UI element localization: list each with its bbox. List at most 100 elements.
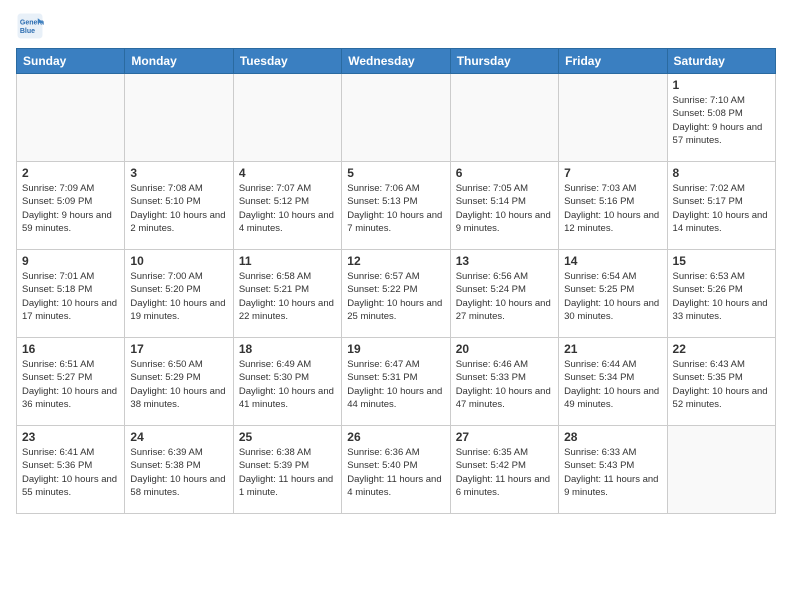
day-number: 3 <box>130 166 227 180</box>
day-info: Sunrise: 7:01 AM Sunset: 5:18 PM Dayligh… <box>22 270 119 323</box>
week-row-1: 2 Sunrise: 7:09 AM Sunset: 5:09 PM Daylig… <box>17 162 776 250</box>
day-cell: 16 Sunrise: 6:51 AM Sunset: 5:27 PM Dayli… <box>17 338 125 426</box>
day-cell <box>342 74 450 162</box>
header: General Blue <box>16 12 776 40</box>
day-number: 23 <box>22 430 119 444</box>
day-info: Sunrise: 6:56 AM Sunset: 5:24 PM Dayligh… <box>456 270 553 323</box>
day-cell: 15 Sunrise: 6:53 AM Sunset: 5:26 PM Dayli… <box>667 250 775 338</box>
day-cell: 1 Sunrise: 7:10 AM Sunset: 5:08 PM Daylig… <box>667 74 775 162</box>
day-cell <box>450 74 558 162</box>
day-cell <box>233 74 341 162</box>
day-number: 20 <box>456 342 553 356</box>
day-info: Sunrise: 7:05 AM Sunset: 5:14 PM Dayligh… <box>456 182 553 235</box>
week-row-4: 23Sunrise: 6:41 AM Sunset: 5:36 PM Dayli… <box>17 426 776 514</box>
logo: General Blue <box>16 12 48 40</box>
day-info: Sunrise: 6:57 AM Sunset: 5:22 PM Dayligh… <box>347 270 444 323</box>
day-cell: 24 Sunrise: 6:39 AM Sunset: 5:38 PM Dayli… <box>125 426 233 514</box>
day-number: 11 <box>239 254 336 268</box>
day-number: 4 <box>239 166 336 180</box>
day-number: 12 <box>347 254 444 268</box>
day-number: 17 <box>130 342 227 356</box>
day-cell: 9 Sunrise: 7:01 AM Sunset: 5:18 PM Daylig… <box>17 250 125 338</box>
day-info: Sunrise: 6:36 AM Sunset: 5:40 PM Dayligh… <box>347 446 444 499</box>
day-info: Sunrise: 7:03 AM Sunset: 5:16 PM Dayligh… <box>564 182 661 235</box>
day-number: 1 <box>673 78 770 92</box>
day-info: Sunrise: 7:09 AM Sunset: 5:09 PM Dayligh… <box>22 182 119 235</box>
day-info: Sunrise: 6:54 AM Sunset: 5:25 PM Dayligh… <box>564 270 661 323</box>
day-cell: 19 Sunrise: 6:47 AM Sunset: 5:31 PM Dayli… <box>342 338 450 426</box>
weekday-header-sunday: Sunday <box>17 49 125 74</box>
day-number: 26 <box>347 430 444 444</box>
day-cell: 2 Sunrise: 7:09 AM Sunset: 5:09 PM Daylig… <box>17 162 125 250</box>
day-cell: 4 Sunrise: 7:07 AM Sunset: 5:12 PM Daylig… <box>233 162 341 250</box>
day-info: Sunrise: 6:43 AM Sunset: 5:35 PM Dayligh… <box>673 358 770 411</box>
day-cell: 28Sunrise: 6:33 AM Sunset: 5:43 PM Dayli… <box>559 426 667 514</box>
day-info: Sunrise: 6:50 AM Sunset: 5:29 PM Dayligh… <box>130 358 227 411</box>
day-info: Sunrise: 6:47 AM Sunset: 5:31 PM Dayligh… <box>347 358 444 411</box>
day-number: 10 <box>130 254 227 268</box>
day-number: 22 <box>673 342 770 356</box>
day-cell: 12 Sunrise: 6:57 AM Sunset: 5:22 PM Dayli… <box>342 250 450 338</box>
calendar-header: SundayMondayTuesdayWednesdayThursdayFrid… <box>17 49 776 74</box>
day-cell: 6 Sunrise: 7:05 AM Sunset: 5:14 PM Daylig… <box>450 162 558 250</box>
day-info: Sunrise: 6:35 AM Sunset: 5:42 PM Dayligh… <box>456 446 553 499</box>
day-number: 24 <box>130 430 227 444</box>
day-info: Sunrise: 6:51 AM Sunset: 5:27 PM Dayligh… <box>22 358 119 411</box>
day-number: 8 <box>673 166 770 180</box>
page: General Blue SundayMondayTuesdayWednesda… <box>0 0 792 530</box>
day-info: Sunrise: 7:07 AM Sunset: 5:12 PM Dayligh… <box>239 182 336 235</box>
weekday-header-wednesday: Wednesday <box>342 49 450 74</box>
day-cell: 20Sunrise: 6:46 AM Sunset: 5:33 PM Dayli… <box>450 338 558 426</box>
svg-text:Blue: Blue <box>20 28 35 35</box>
day-info: Sunrise: 7:10 AM Sunset: 5:08 PM Dayligh… <box>673 94 770 147</box>
day-number: 18 <box>239 342 336 356</box>
day-cell: 18 Sunrise: 6:49 AM Sunset: 5:30 PM Dayli… <box>233 338 341 426</box>
day-info: Sunrise: 6:44 AM Sunset: 5:34 PM Dayligh… <box>564 358 661 411</box>
logo-icon: General Blue <box>16 12 44 40</box>
day-cell: 27 Sunrise: 6:35 AM Sunset: 5:42 PM Dayli… <box>450 426 558 514</box>
calendar: SundayMondayTuesdayWednesdayThursdayFrid… <box>16 48 776 514</box>
day-cell <box>559 74 667 162</box>
day-number: 25 <box>239 430 336 444</box>
day-info: Sunrise: 6:38 AM Sunset: 5:39 PM Dayligh… <box>239 446 336 499</box>
day-cell: 22 Sunrise: 6:43 AM Sunset: 5:35 PM Dayli… <box>667 338 775 426</box>
day-cell: 14 Sunrise: 6:54 AM Sunset: 5:25 PM Dayli… <box>559 250 667 338</box>
day-cell: 26 Sunrise: 6:36 AM Sunset: 5:40 PM Dayli… <box>342 426 450 514</box>
day-number: 16 <box>22 342 119 356</box>
weekday-header-saturday: Saturday <box>667 49 775 74</box>
day-number: 15 <box>673 254 770 268</box>
week-row-3: 16 Sunrise: 6:51 AM Sunset: 5:27 PM Dayli… <box>17 338 776 426</box>
weekday-header-thursday: Thursday <box>450 49 558 74</box>
day-cell: 8 Sunrise: 7:02 AM Sunset: 5:17 PM Daylig… <box>667 162 775 250</box>
day-number: 27 <box>456 430 553 444</box>
day-cell: 17 Sunrise: 6:50 AM Sunset: 5:29 PM Dayli… <box>125 338 233 426</box>
day-info: Sunrise: 7:02 AM Sunset: 5:17 PM Dayligh… <box>673 182 770 235</box>
day-cell: 3 Sunrise: 7:08 AM Sunset: 5:10 PM Daylig… <box>125 162 233 250</box>
day-info: Sunrise: 7:00 AM Sunset: 5:20 PM Dayligh… <box>130 270 227 323</box>
day-info: Sunrise: 6:49 AM Sunset: 5:30 PM Dayligh… <box>239 358 336 411</box>
calendar-body: 1 Sunrise: 7:10 AM Sunset: 5:08 PM Daylig… <box>17 74 776 514</box>
day-number: 21 <box>564 342 661 356</box>
day-number: 9 <box>22 254 119 268</box>
day-cell: 23Sunrise: 6:41 AM Sunset: 5:36 PM Dayli… <box>17 426 125 514</box>
weekday-row: SundayMondayTuesdayWednesdayThursdayFrid… <box>17 49 776 74</box>
day-cell: 5Sunrise: 7:06 AM Sunset: 5:13 PM Daylig… <box>342 162 450 250</box>
week-row-0: 1 Sunrise: 7:10 AM Sunset: 5:08 PM Daylig… <box>17 74 776 162</box>
day-info: Sunrise: 6:39 AM Sunset: 5:38 PM Dayligh… <box>130 446 227 499</box>
day-number: 19 <box>347 342 444 356</box>
day-info: Sunrise: 7:08 AM Sunset: 5:10 PM Dayligh… <box>130 182 227 235</box>
day-cell <box>667 426 775 514</box>
day-number: 2 <box>22 166 119 180</box>
day-cell: 7Sunrise: 7:03 AM Sunset: 5:16 PM Daylig… <box>559 162 667 250</box>
day-cell <box>17 74 125 162</box>
day-cell: 25 Sunrise: 6:38 AM Sunset: 5:39 PM Dayli… <box>233 426 341 514</box>
day-number: 6 <box>456 166 553 180</box>
day-number: 14 <box>564 254 661 268</box>
day-info: Sunrise: 6:53 AM Sunset: 5:26 PM Dayligh… <box>673 270 770 323</box>
day-number: 13 <box>456 254 553 268</box>
day-cell: 10 Sunrise: 7:00 AM Sunset: 5:20 PM Dayli… <box>125 250 233 338</box>
weekday-header-monday: Monday <box>125 49 233 74</box>
day-info: Sunrise: 6:58 AM Sunset: 5:21 PM Dayligh… <box>239 270 336 323</box>
day-cell <box>125 74 233 162</box>
weekday-header-tuesday: Tuesday <box>233 49 341 74</box>
